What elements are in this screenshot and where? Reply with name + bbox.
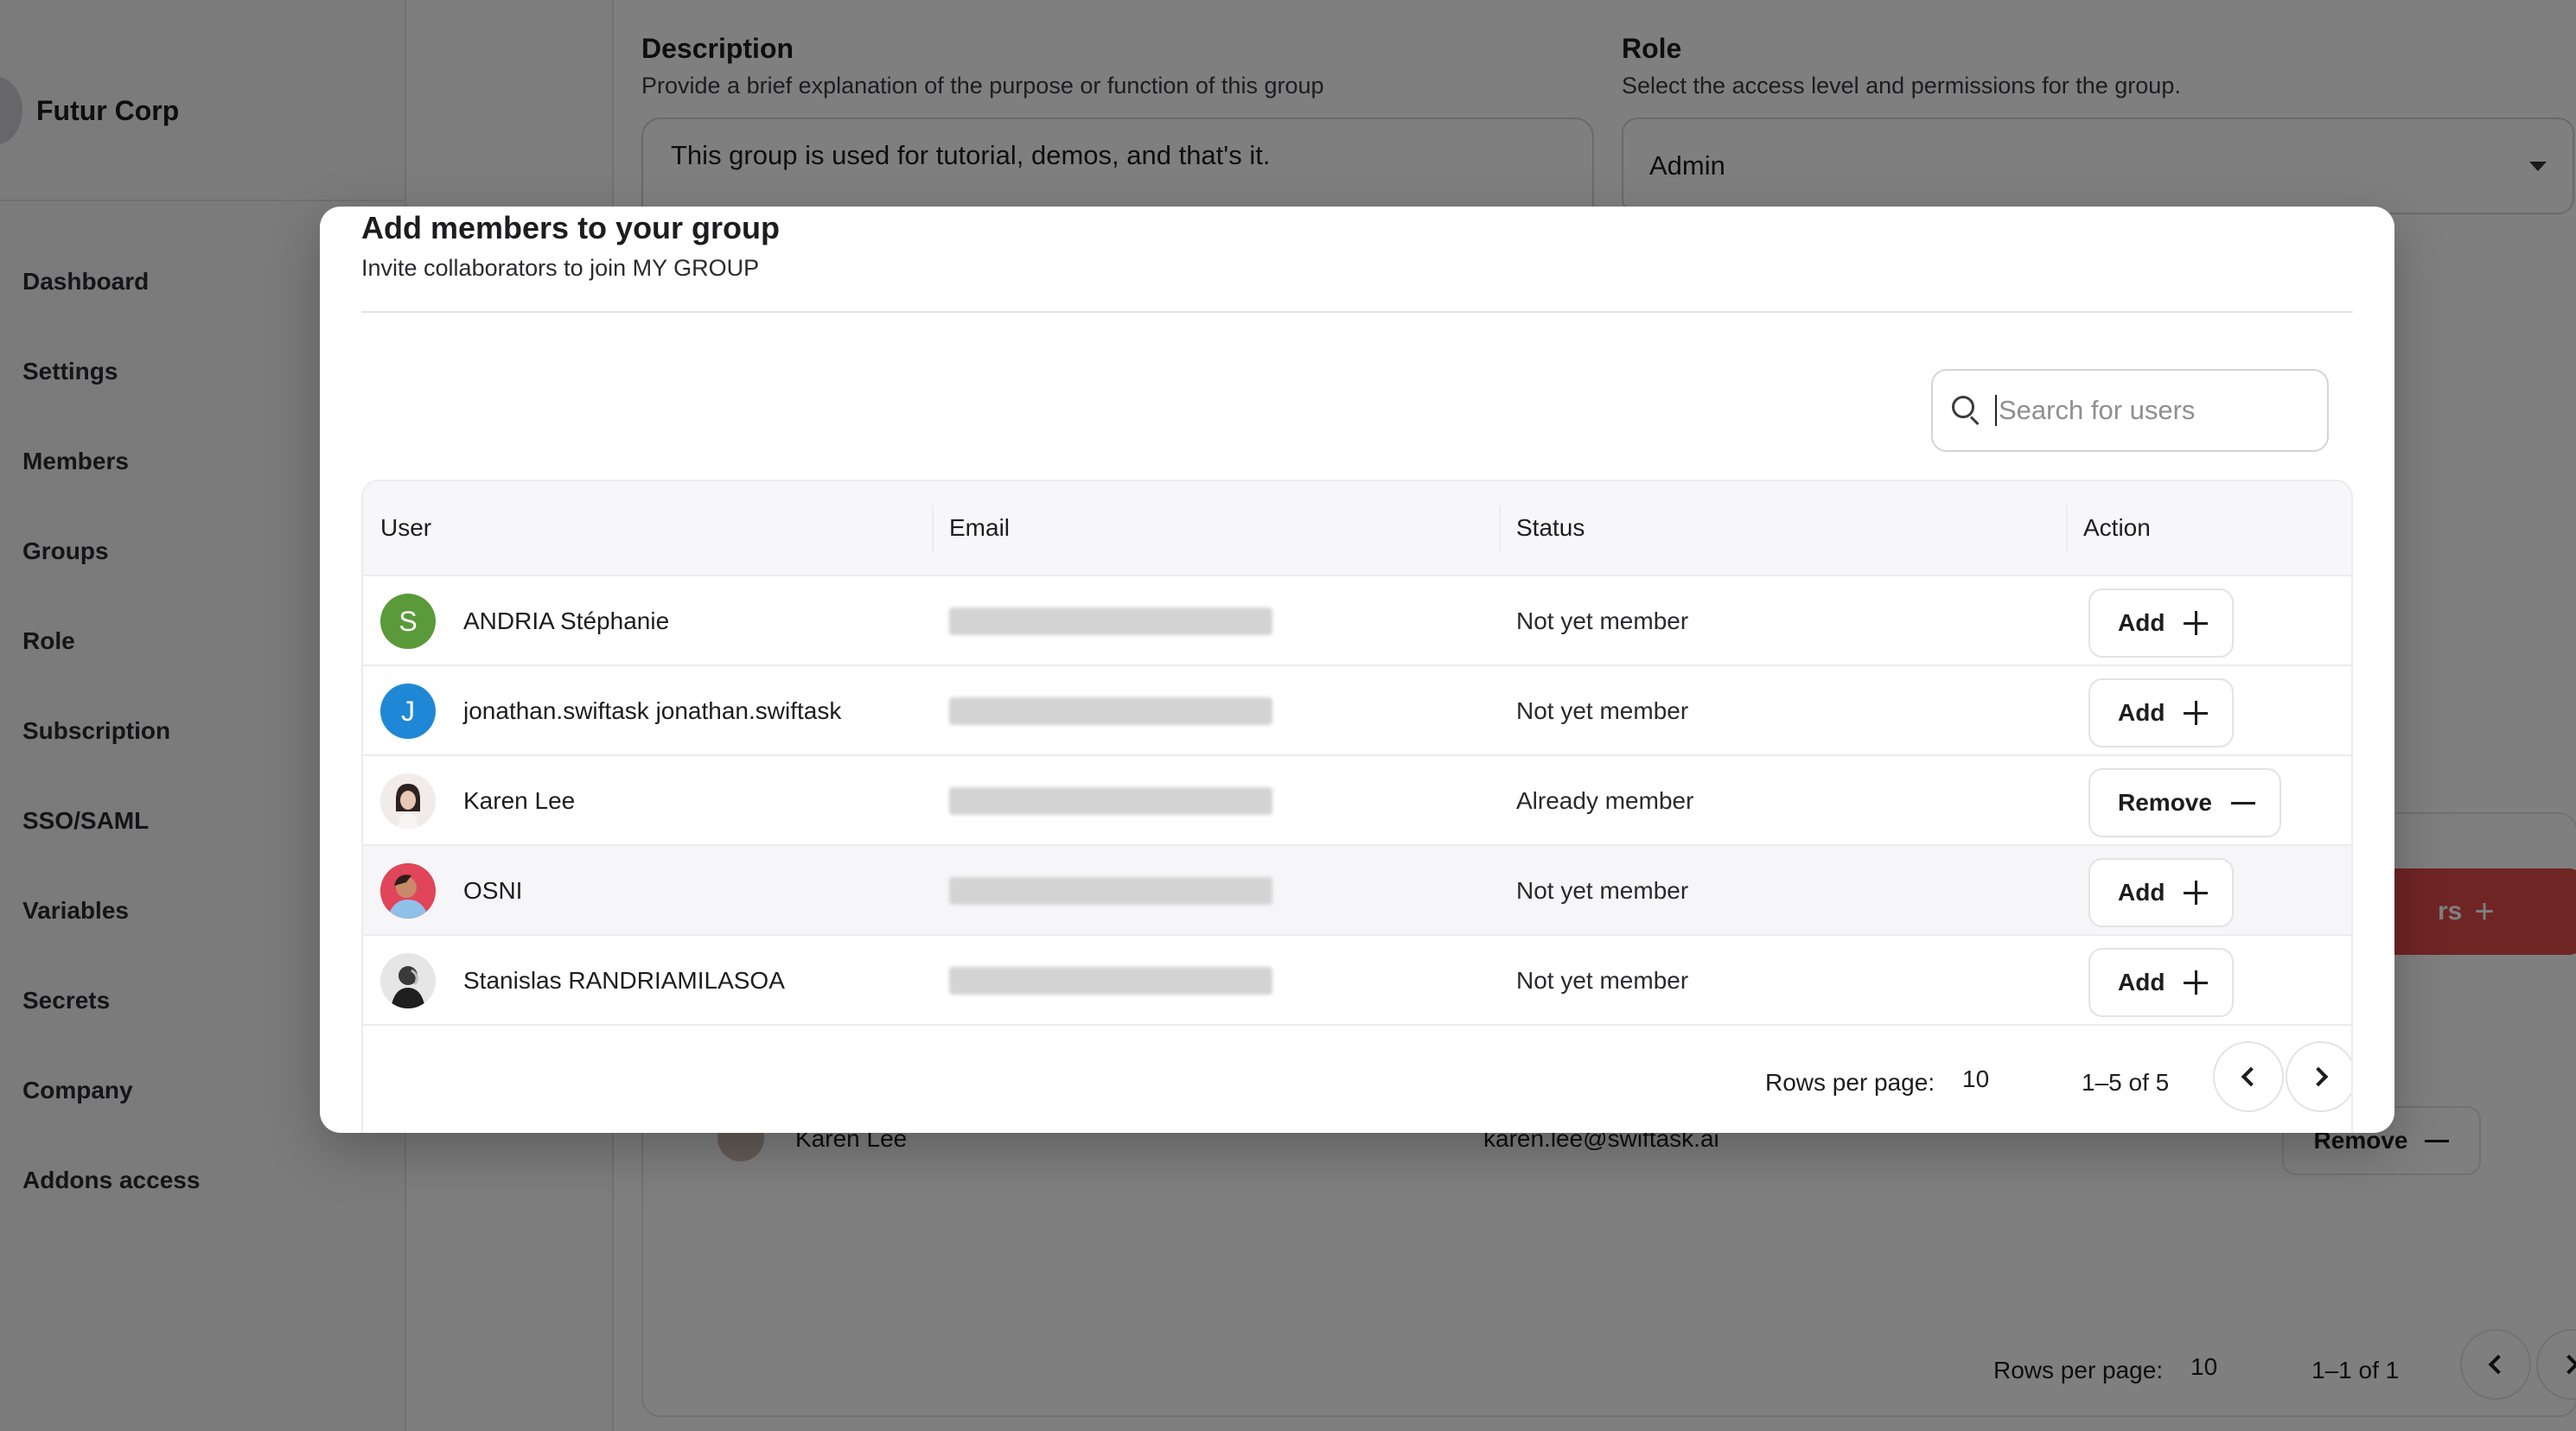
table-header: User Email Status Action <box>363 481 2351 576</box>
avatar <box>380 773 436 829</box>
avatar <box>380 863 436 919</box>
remove-label: Remove <box>2118 789 2212 816</box>
plus-icon <box>2184 701 2209 725</box>
add-user-button[interactable]: Add <box>2088 858 2235 927</box>
user-name: Stanislas RANDRIAMILASOA <box>463 967 785 994</box>
user-name: jonathan.swiftask jonathan.swiftask <box>463 697 842 724</box>
next-page-button[interactable] <box>2286 1041 2351 1112</box>
user-name: Karen Lee <box>463 787 576 814</box>
avatar: S <box>380 594 436 649</box>
modal-title: Add members to your group <box>361 210 781 245</box>
prev-page-button[interactable] <box>2213 1041 2284 1112</box>
member-status: Not yet member <box>1516 967 1689 994</box>
search-icon <box>1952 396 1981 426</box>
add-label: Add <box>2118 609 2165 636</box>
column-separator <box>932 506 934 552</box>
add-members-modal: Add members to your group Invite collabo… <box>320 207 2394 1133</box>
users-table: User Email Status Action S ANDRIA Stépha… <box>361 480 2353 1133</box>
table-row: OSNI Not yet member Add <box>363 846 2351 936</box>
add-user-button[interactable]: Add <box>2088 588 2235 658</box>
user-name: OSNI <box>463 877 523 904</box>
table-row: J jonathan.swiftask jonathan.swiftask No… <box>363 666 2351 756</box>
avatar: J <box>380 684 436 739</box>
email-redacted <box>949 787 1272 815</box>
user-photo-icon <box>380 863 436 919</box>
rows-per-page-label: Rows per page: <box>1765 1069 1935 1096</box>
user-name: ANDRIA Stéphanie <box>463 607 670 634</box>
add-label: Add <box>2118 699 2165 726</box>
rows-per-page-select[interactable]: 10 <box>1962 1065 1989 1093</box>
column-header-user: User <box>380 514 432 541</box>
column-separator <box>1499 506 1501 552</box>
plus-icon <box>2184 881 2209 905</box>
member-status: Not yet member <box>1516 697 1689 724</box>
modal-subtitle: Invite collaborators to join MY GROUP <box>361 255 760 281</box>
chevron-right-icon <box>2308 1066 2329 1087</box>
table-row: Stanislas RANDRIAMILASOA Not yet member … <box>363 936 2351 1026</box>
chevron-left-icon <box>2241 1066 2261 1087</box>
member-status: Already member <box>1516 787 1694 814</box>
user-photo-icon <box>380 773 436 829</box>
divider <box>361 311 2353 313</box>
email-redacted <box>949 607 1272 635</box>
search-input[interactable] <box>1995 395 2306 426</box>
member-status: Not yet member <box>1516 607 1689 634</box>
email-redacted <box>949 967 1272 995</box>
add-user-button[interactable]: Add <box>2088 678 2235 747</box>
email-redacted <box>949 697 1272 725</box>
table-row: Karen Lee Already member Remove <box>363 756 2351 846</box>
column-header-action: Action <box>2083 514 2151 541</box>
add-label: Add <box>2118 879 2165 906</box>
table-row: S ANDRIA Stéphanie Not yet member Add <box>363 576 2351 666</box>
remove-user-button[interactable]: Remove <box>2088 768 2281 837</box>
search-box[interactable] <box>1931 369 2329 452</box>
page-range: 1–5 of 5 <box>2082 1069 2170 1096</box>
plus-icon <box>2184 970 2209 995</box>
email-redacted <box>949 877 1272 905</box>
column-separator <box>2066 506 2068 552</box>
column-header-status: Status <box>1516 514 1585 541</box>
add-label: Add <box>2118 969 2165 995</box>
table-pagination: Rows per page: 10 1–5 of 5 <box>363 1026 2351 1133</box>
member-status: Not yet member <box>1516 877 1689 904</box>
plus-icon <box>2184 611 2209 635</box>
minus-icon <box>2230 791 2255 815</box>
add-user-button[interactable]: Add <box>2088 948 2235 1017</box>
avatar <box>380 953 436 1008</box>
user-photo-icon <box>380 953 436 1008</box>
column-header-email: Email <box>949 514 1011 541</box>
